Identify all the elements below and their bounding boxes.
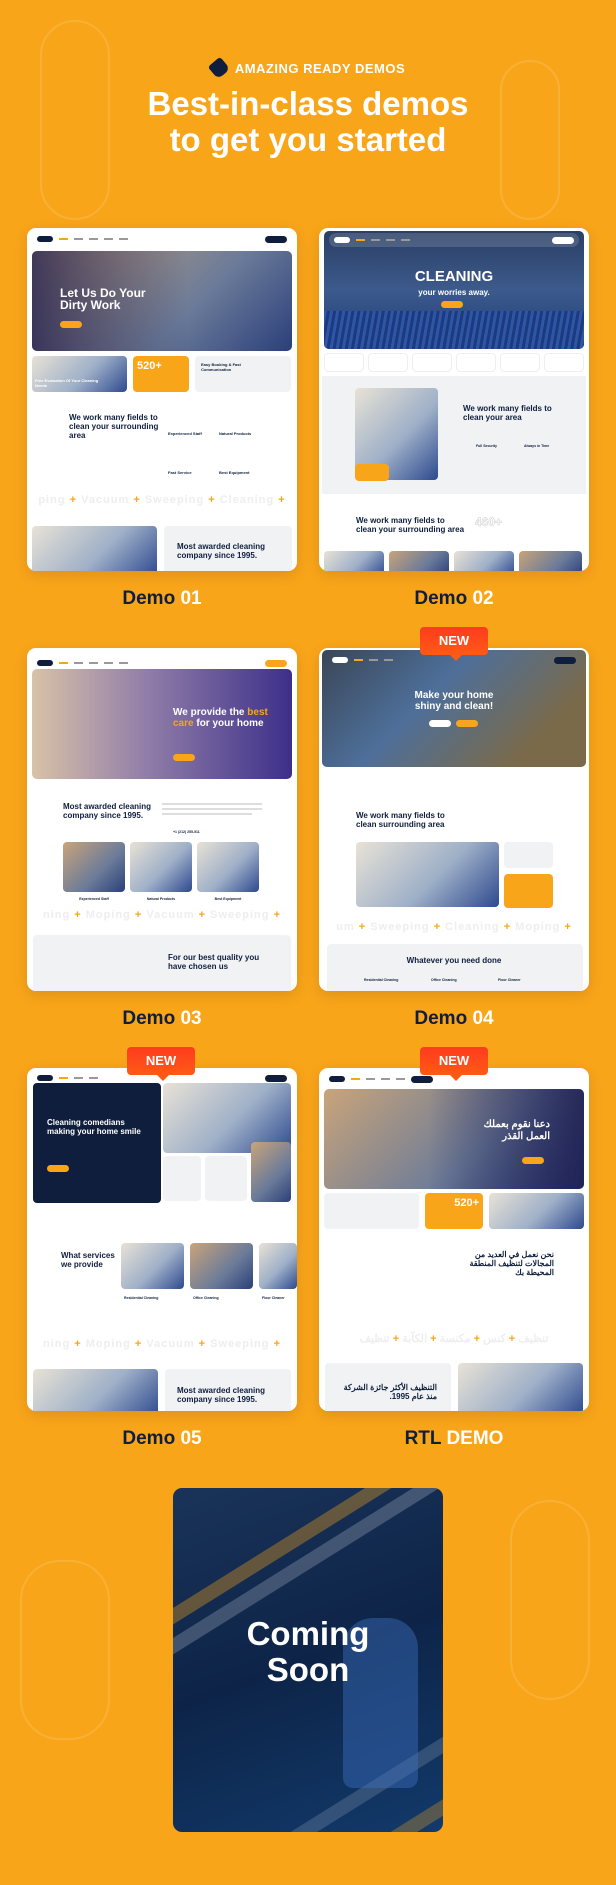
hero-image: Make your home shiny and clean!	[322, 650, 586, 767]
item-label: Best Equipment	[214, 897, 242, 901]
section-title: For our best quality you have chosen us	[168, 953, 260, 971]
demo-01-preview[interactable]: Let Us Do Your Dirty Work Free Evaluatio…	[27, 228, 297, 571]
section-title: Whatever you need done	[406, 956, 502, 965]
service: Office Cleaning	[193, 1296, 219, 1300]
stat: 520+	[137, 360, 162, 372]
coming-soon-card: Coming Soon	[173, 1488, 443, 1832]
hero-image: CLEANING your worries away.	[324, 231, 584, 349]
section-title: We work many fields to clean your surrou…	[356, 516, 465, 534]
demo-01-label[interactable]: Demo 01	[27, 588, 297, 610]
marquee: ning + Moping + Vacuum + Sweeping +	[42, 1338, 281, 1350]
hero-image: We provide the best care for your home	[32, 669, 292, 779]
new-badge: NEW	[420, 1047, 488, 1081]
item-label: Natural Products	[146, 897, 176, 901]
section-title: التنظيف الأكثر جائزة الشركة منذ عام 1995…	[343, 1383, 437, 1401]
marquee: um + Sweeping + Cleaning + Moping +	[336, 921, 572, 933]
item-label: Experienced Staff	[79, 897, 109, 901]
title-line-1: Best-in-class demos	[147, 85, 469, 122]
feature: Best Equipment	[219, 470, 250, 475]
rtl-demo-label[interactable]: RTL DEMO	[319, 1428, 589, 1450]
marquee: ning + Moping + Vacuum + Sweeping +	[42, 909, 281, 921]
hero-title: Let Us Do Your Dirty Work	[60, 286, 146, 312]
feature: Experienced Staff	[168, 431, 202, 436]
new-badge: NEW	[127, 1047, 195, 1081]
marquee: تنظيف + كنس + مكنسة + الكآبة + تنظيف	[359, 1333, 549, 1345]
demo-04-label[interactable]: Demo 04	[319, 1008, 589, 1030]
service: Floor Cleaner	[262, 1296, 285, 1300]
service: Floor Cleaner	[498, 978, 521, 982]
demo-03-preview[interactable]: We provide the best care for your home M…	[27, 648, 297, 991]
hero-title: Make your home shiny and clean!	[414, 690, 494, 712]
eyebrow-text: AMAZING READY DEMOS	[234, 61, 406, 76]
page-title: Best-in-class demos to get you started	[0, 86, 616, 158]
stat: 520+	[454, 1197, 479, 1209]
feature: Natural Products	[219, 431, 252, 436]
preview-nav	[32, 232, 292, 246]
service: Residential Cleaning	[364, 978, 399, 982]
hero-title: دعنا نقوم بعملك العمل القذر	[483, 1119, 550, 1142]
demo-02-preview[interactable]: CLEANING your worries away. We work many…	[319, 228, 589, 571]
feature: Always in Time	[524, 444, 550, 448]
stat: 460+	[475, 515, 503, 529]
demo-05-label[interactable]: Demo 05	[27, 1428, 297, 1450]
section-title: We work many fields to clean your area	[463, 404, 552, 422]
section-title: What services we provide	[61, 1251, 115, 1269]
phone: +1 (212) 255-511	[173, 830, 200, 834]
card-text: Free Evaluation Of Your Cleaning Needs	[35, 378, 99, 388]
section-title: We work many fields to clean surrounding…	[356, 811, 445, 829]
section-title: We work many fields to clean your surrou…	[69, 413, 159, 440]
hero-image: دعنا نقوم بعملك العمل القذر	[324, 1089, 584, 1189]
hero-title: Cleaning comedians making your home smil…	[47, 1118, 141, 1136]
title-line-2: to get you started	[169, 121, 447, 158]
hero-image: Let Us Do Your Dirty Work	[32, 251, 292, 351]
marquee: ping + Vacuum + Sweeping + Cleaning +	[38, 494, 286, 506]
section-title: Most awarded cleaning company since 1995…	[177, 1386, 266, 1404]
coming-soon-text: Coming Soon	[246, 1615, 370, 1688]
section-title: Most awarded cleaning company since 1995…	[63, 802, 152, 820]
demo-05-preview[interactable]: Cleaning comedians making your home smil…	[27, 1068, 297, 1411]
rtl-demo-preview[interactable]: دعنا نقوم بعملك العمل القذر 520+ نحن نعم…	[319, 1068, 589, 1411]
broom-icon	[207, 56, 231, 80]
section-title: نحن نعمل في العديد من المجالات لتنظيف ال…	[469, 1250, 554, 1277]
hero-title: CLEANING	[414, 268, 494, 285]
demo-04-preview[interactable]: Make your home shiny and clean! We work …	[319, 648, 589, 991]
feature: Fast Service	[168, 470, 192, 475]
card-text: Easy Booking & Fast Communication	[201, 362, 241, 372]
section-eyebrow: AMAZING READY DEMOS	[0, 56, 616, 80]
service: Residential Cleaning	[124, 1296, 159, 1300]
service: Office Cleaning	[431, 978, 457, 982]
new-badge: NEW	[420, 627, 488, 661]
feature: Full Security	[476, 444, 498, 448]
demo-02-label[interactable]: Demo 02	[319, 588, 589, 610]
hero-subtitle: your worries away.	[418, 288, 490, 297]
demo-03-label[interactable]: Demo 03	[27, 1008, 297, 1030]
section-title: Most awarded cleaning company since 1995…	[177, 542, 266, 560]
hero-title: We provide the best care for your home	[173, 707, 268, 729]
